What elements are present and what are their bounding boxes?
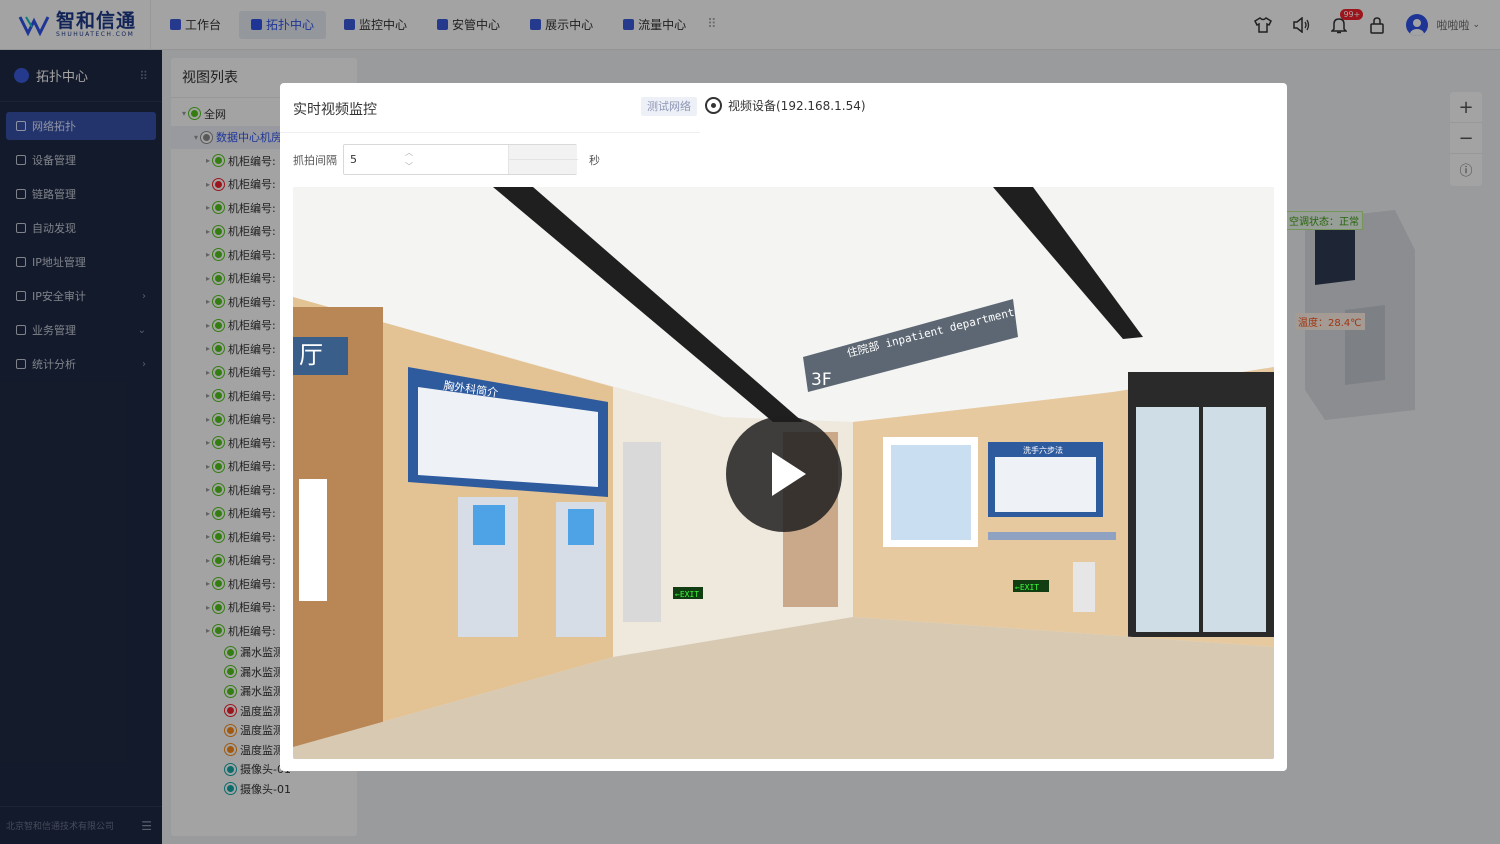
interval-stepper[interactable]: ︿ ﹀ (402, 145, 416, 174)
interval-slider[interactable] (508, 145, 578, 174)
capture-interval-form: 抓拍间隔 5 ︿ ﹀ 秒 (293, 144, 600, 175)
video-player[interactable]: 厅 胸外科简介 ←EXIT 3F 住院部 inpatient departmen… (293, 187, 1274, 759)
exit-sign-left: ←EXIT (675, 590, 699, 599)
board-right-title: 洗手六步法 (1023, 445, 1063, 455)
camera-icon (705, 97, 722, 114)
chevron-down-icon[interactable]: ﹀ (405, 161, 413, 172)
device-label: 视频设备(192.168.1.54) (728, 99, 866, 113)
chevron-up-icon[interactable]: ︿ (405, 147, 413, 158)
video-monitor-modal: 实时视频监控 测试网络 视频设备(192.168.1.54) 抓拍间隔 5 ︿ … (280, 83, 1287, 771)
network-tag: 测试网络 (641, 97, 697, 116)
video-device[interactable]: 视频设备(192.168.1.54) (705, 97, 866, 114)
sign-hall: 厅 (299, 341, 323, 369)
interval-label: 抓拍间隔 (293, 153, 337, 167)
modal-title: 实时视频监控 (293, 102, 377, 118)
interval-unit: 秒 (589, 153, 600, 167)
interval-value[interactable]: 5 (344, 153, 399, 166)
modal-header: 实时视频监控 测试网络 (280, 83, 700, 133)
play-button[interactable] (726, 416, 842, 532)
sign-3f: 3F (811, 370, 832, 390)
exit-sign-right: ←EXIT (1015, 583, 1039, 592)
interval-input[interactable]: 5 ︿ ﹀ (343, 144, 578, 175)
